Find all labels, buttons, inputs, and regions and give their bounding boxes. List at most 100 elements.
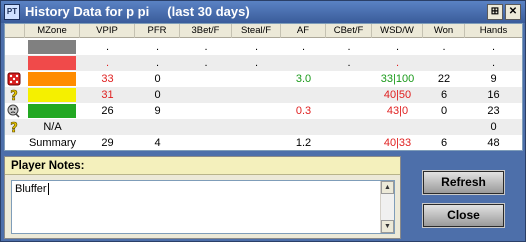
table-row[interactable]: ? 31 0 40|50 6 16: [5, 87, 522, 103]
history-data-window: PT History Data for p pi (last 30 days) …: [0, 0, 526, 242]
header-wsd[interactable]: WSD/W: [372, 24, 423, 38]
chevron-up-icon: ▲: [384, 184, 391, 191]
cell-vpip: 29: [101, 137, 114, 149]
table-header: MZone VPIP PFR 3Bet/F Steal/F AF CBet/F …: [5, 24, 522, 38]
player-notes-panel: Player Notes: Bluffer ▲ ▼: [4, 156, 401, 239]
cell-af: 0.3: [295, 105, 312, 117]
dice-icon: [7, 72, 21, 86]
cell-vpip: .: [105, 57, 110, 69]
window-title: History Data for p pi (last 30 days): [25, 4, 250, 19]
table-row[interactable]: 33 0 3.0 33|100 22 9: [5, 71, 522, 87]
cell-won: [423, 55, 465, 71]
cell-3bet: [180, 119, 232, 135]
header-steal[interactable]: Steal/F: [232, 24, 281, 38]
cell-wsd: 33|100: [380, 73, 415, 85]
cell-3bet: [180, 103, 232, 119]
cell-wsd: 40|50: [383, 89, 412, 101]
cell-cbet: [326, 71, 372, 87]
cell-pfr: 9: [154, 105, 161, 117]
close-icon: ✕: [508, 6, 518, 17]
cell-hands: .: [491, 57, 496, 69]
cell-af: [281, 119, 326, 135]
cell-3bet: [180, 71, 232, 87]
cell-steal: .: [254, 41, 259, 53]
cell-wsd: 43|0: [386, 105, 409, 117]
cell-pfr: 0: [154, 73, 161, 85]
cell-vpip: 33: [101, 73, 114, 85]
cell-won: 6: [440, 89, 448, 101]
cell-cbet: [326, 135, 372, 151]
pin-icon: ⊞: [490, 6, 500, 17]
cell-pfr: 4: [154, 137, 161, 149]
cell-cbet: [326, 119, 372, 135]
header-pfr[interactable]: PFR: [135, 24, 180, 38]
cell-hands: 0: [490, 121, 497, 133]
cell-steal: [232, 103, 281, 119]
cell-vpip: 26: [101, 105, 114, 117]
header-vpip[interactable]: VPIP: [80, 24, 135, 38]
cell-af: [281, 87, 326, 103]
table-row-summary[interactable]: Summary 29 4 1.2 40|33 6 48: [5, 135, 522, 151]
cell-cbet: [326, 87, 372, 103]
cell-won: [423, 119, 465, 135]
player-notes-textarea[interactable]: Bluffer ▲ ▼: [11, 180, 395, 234]
cell-won: 6: [440, 137, 448, 149]
header-hands[interactable]: Hands: [465, 24, 522, 38]
cell-steal: [232, 135, 281, 151]
question-icon: ?: [10, 89, 18, 102]
cell-hands: 16: [487, 89, 500, 101]
header-cbet[interactable]: CBet/F: [326, 24, 372, 38]
cell-mzone-label: N/A: [43, 121, 62, 133]
history-table: MZone VPIP PFR 3Bet/F Steal/F AF CBet/F …: [4, 23, 523, 151]
cell-hands: 23: [487, 105, 500, 117]
cell-steal: [232, 119, 281, 135]
player-notes-text[interactable]: Bluffer: [15, 183, 49, 196]
chevron-down-icon: ▼: [384, 223, 391, 230]
close-button[interactable]: Close: [422, 203, 505, 228]
cell-hands: 48: [487, 137, 500, 149]
cell-af: 1.2: [295, 137, 312, 149]
cell-af: [281, 55, 326, 71]
scroll-down-button[interactable]: ▼: [381, 220, 394, 233]
cell-af: 3.0: [295, 73, 312, 85]
table-row[interactable]: . . . . . . . . .: [5, 39, 522, 55]
header-3bet[interactable]: 3Bet/F: [180, 24, 232, 38]
cell-3bet: [180, 87, 232, 103]
title-bar[interactable]: PT History Data for p pi (last 30 days) …: [1, 1, 525, 23]
cell-wsd: [372, 119, 423, 135]
scroll-up-button[interactable]: ▲: [381, 181, 394, 194]
cell-cbet: .: [347, 41, 351, 53]
cell-won: 22: [437, 73, 451, 85]
cell-hands: 9: [490, 73, 497, 85]
cell-pfr: [135, 119, 180, 135]
cell-wsd: .: [395, 41, 400, 53]
player-notes-header: Player Notes:: [5, 157, 400, 175]
cell-wsd: .: [395, 57, 400, 69]
mzone-swatch: [28, 88, 76, 102]
notes-scrollbar[interactable]: ▲ ▼: [380, 181, 394, 233]
mzone-swatch: [28, 72, 76, 86]
header-af[interactable]: AF: [281, 24, 326, 38]
table-row[interactable]: 26 9 0.3 43|0 0 23: [5, 103, 522, 119]
table-row[interactable]: . . . . . . .: [5, 55, 522, 71]
mzone-swatch: [28, 56, 76, 70]
header-won[interactable]: Won: [423, 24, 465, 38]
cell-pfr: .: [155, 41, 160, 53]
cell-3bet: .: [204, 57, 208, 69]
refresh-button[interactable]: Refresh: [422, 170, 505, 195]
app-icon: PT: [4, 4, 20, 20]
cell-pfr: 0: [154, 89, 161, 101]
table-row[interactable]: ? N/A 0: [5, 119, 522, 135]
close-window-button[interactable]: ✕: [505, 4, 521, 20]
cell-steal: [232, 71, 281, 87]
cell-af: .: [301, 41, 306, 53]
header-icon-spacer: [5, 24, 25, 38]
cell-3bet: [180, 135, 232, 151]
cell-wsd: 40|33: [383, 137, 412, 149]
cell-won: .: [442, 41, 446, 53]
cell-vpip: .: [105, 41, 110, 53]
pin-button[interactable]: ⊞: [487, 4, 503, 20]
header-mzone[interactable]: MZone: [25, 24, 80, 38]
cell-hands: .: [491, 41, 496, 53]
svg-text:?: ?: [10, 121, 18, 134]
